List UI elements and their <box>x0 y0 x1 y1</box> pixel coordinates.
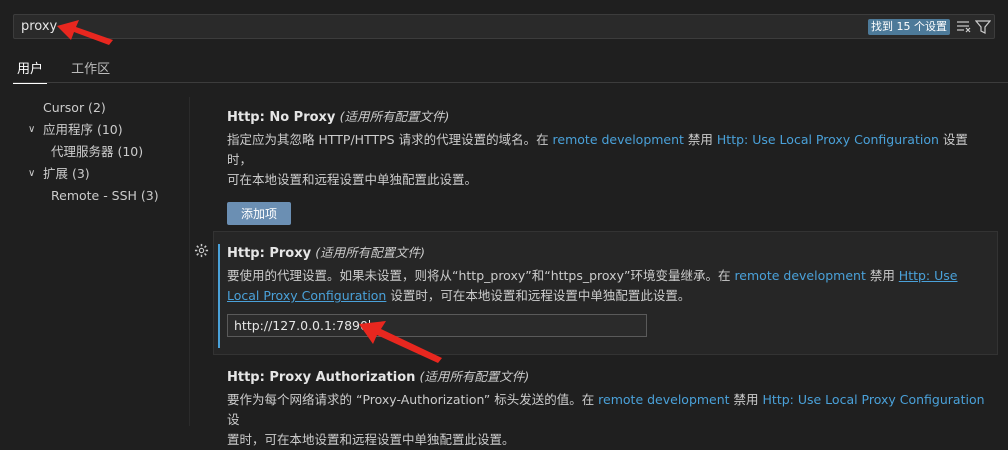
proxy-input-value: http://127.0.0.1:7890 <box>234 318 368 333</box>
desc-text: 设 <box>227 412 240 427</box>
toc-item-application[interactable]: ∨ 应用程序 (10) <box>22 119 192 141</box>
toc-item-proxy-server[interactable]: 代理服务器 (10) <box>22 141 192 163</box>
remote-development-link[interactable]: remote development <box>553 132 684 147</box>
annotation-arrow-search <box>57 20 113 45</box>
remote-development-link[interactable]: remote development <box>598 392 729 407</box>
setting-title: Http: Proxy (适用所有配置文件) <box>227 243 987 263</box>
setting-category: Http: <box>227 110 270 125</box>
toc-item-label: Cursor (2) <box>43 100 106 115</box>
desc-text: 置时，可在本地设置和远程设置中单独配置此设置。 <box>227 432 515 447</box>
chevron-down-icon: ∨ <box>28 124 36 135</box>
annotation-arrow-proxy <box>359 321 442 363</box>
toc-divider <box>189 97 190 426</box>
setting-no-proxy: Http: No Proxy (适用所有配置文件) 指定应为其忽略 HTTP/H… <box>227 107 987 225</box>
search-input[interactable]: proxy <box>21 19 57 34</box>
add-item-button[interactable]: 添加项 <box>227 202 292 225</box>
desc-text: 禁用 <box>729 392 763 407</box>
clear-filter-icon[interactable] <box>956 20 972 34</box>
setting-title: Http: No Proxy (适用所有配置文件) <box>227 107 987 127</box>
setting-description: 要作为每个网络请求的 “Proxy-Authorization” 标头发送的值。… <box>227 390 987 450</box>
desc-text: 禁用 <box>865 268 899 283</box>
gear-icon[interactable] <box>194 243 209 258</box>
setting-description: 指定应为其忽略 HTTP/HTTPS 请求的代理设置的域名。在 remote d… <box>227 130 987 190</box>
desc-text: 要作为每个网络请求的 “Proxy-Authorization” 标头发送的值。… <box>227 392 599 407</box>
toc-item-remote-ssh[interactable]: Remote - SSH (3) <box>22 185 192 207</box>
toc-item-label: 扩展 (3) <box>43 166 90 181</box>
remote-development-link[interactable]: remote development <box>734 268 865 283</box>
setting-scope: (适用所有配置文件) <box>419 369 530 384</box>
setting-category: Http: <box>227 246 270 261</box>
desc-text: 设置时，可在本地设置和远程设置中单独配置此设置。 <box>386 288 691 303</box>
use-local-proxy-link[interactable]: Http: Use <box>899 268 958 283</box>
toc-item-extensions[interactable]: ∨ 扩展 (3) <box>22 163 192 185</box>
focus-indicator <box>218 244 220 348</box>
toc-item-label: 应用程序 (10) <box>43 122 123 137</box>
filter-icon[interactable] <box>975 20 991 34</box>
setting-description: 要使用的代理设置。如果未设置，则将从“http_proxy”和“https_pr… <box>227 266 987 306</box>
chevron-down-icon: ∨ <box>28 168 36 179</box>
setting-scope: (适用所有配置文件) <box>339 109 450 124</box>
scope-tabs: 用户 工作区 <box>13 56 130 84</box>
setting-scope: (适用所有配置文件) <box>315 245 425 260</box>
toc-item-cursor[interactable]: Cursor (2) <box>22 97 192 119</box>
result-count-badge: 找到 15 个设置 <box>868 19 950 35</box>
setting-category: Http: <box>227 370 270 385</box>
tab-workspace[interactable]: 工作区 <box>67 56 114 83</box>
settings-toc: Cursor (2) ∨ 应用程序 (10) 代理服务器 (10) ∨ 扩展 (… <box>22 97 192 207</box>
desc-text: 可在本地设置和远程设置中单独配置此设置。 <box>227 172 478 187</box>
toc-item-label: 代理服务器 (10) <box>51 144 144 159</box>
desc-text: 指定应为其忽略 HTTP/HTTPS 请求的代理设置的域名。在 <box>227 132 553 147</box>
setting-title: Http: Proxy Authorization (适用所有配置文件) <box>227 367 987 387</box>
use-local-proxy-link[interactable]: Http: Use Local Proxy Configuration <box>717 132 939 147</box>
setting-name: Proxy Authorization <box>269 370 416 385</box>
use-local-proxy-link[interactable]: Http: Use Local Proxy Configuration <box>763 392 985 407</box>
tabs-divider <box>13 82 1008 83</box>
setting-name: No Proxy <box>269 110 336 125</box>
settings-search-bar[interactable]: proxy 找到 15 个设置 <box>13 14 995 39</box>
use-local-proxy-link-cont[interactable]: Local Proxy Configuration <box>227 288 386 303</box>
desc-text: 要使用的代理设置。如果未设置，则将从“http_proxy”和“https_pr… <box>227 268 735 283</box>
setting-name: Proxy <box>269 246 312 261</box>
toc-item-label: Remote - SSH (3) <box>51 188 159 203</box>
setting-proxy: Http: Proxy (适用所有配置文件) 要使用的代理设置。如果未设置，则将… <box>227 243 987 306</box>
setting-proxy-authorization: Http: Proxy Authorization (适用所有配置文件) 要作为… <box>227 367 987 450</box>
tab-user[interactable]: 用户 <box>13 56 48 84</box>
desc-text: 禁用 <box>683 132 717 147</box>
